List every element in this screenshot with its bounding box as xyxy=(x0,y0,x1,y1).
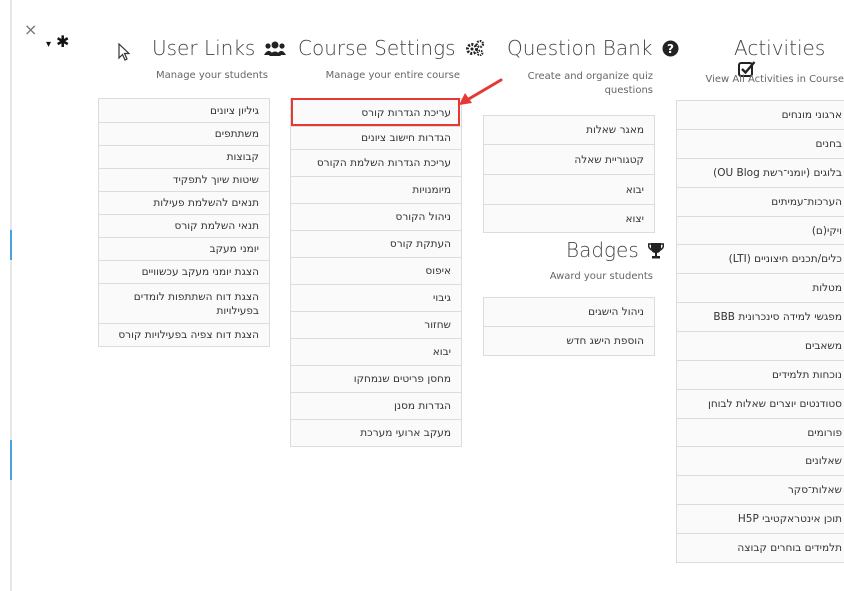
left-divider xyxy=(10,0,12,591)
list-item[interactable]: מאגר שאלות xyxy=(484,116,654,144)
user-links-list: גיליון ציונים משתתפים קבוצות שיטות שיוך … xyxy=(98,98,270,347)
mouse-pointer-icon xyxy=(118,42,131,65)
list-item[interactable]: הוספת הישג חדש xyxy=(484,326,654,355)
list-item[interactable]: גיבוי xyxy=(291,284,461,311)
list-item[interactable]: הגדרות מסנן xyxy=(291,392,461,419)
list-item[interactable]: משאבים xyxy=(677,331,844,360)
list-item[interactable]: מיומנויות xyxy=(291,176,461,203)
gear-icon: ✱ xyxy=(56,32,70,51)
question-bank-title: Question Bank xyxy=(507,36,653,60)
list-item[interactable]: קטגוריית שאלה xyxy=(484,144,654,174)
list-item[interactable]: ניהול הישגים xyxy=(484,298,654,326)
caret-down-icon: ▾ xyxy=(46,39,52,50)
list-item[interactable]: עריכת הגדרות קורס xyxy=(291,99,461,126)
course-settings-list: עריכת הגדרות קורס הגדרות חישוב ציונים ער… xyxy=(290,98,462,447)
user-links-title: User Links xyxy=(152,36,256,60)
list-item[interactable]: הצגת דוח צפיה בפעילויות קורס xyxy=(99,323,269,346)
badges-header: Badges xyxy=(566,238,665,262)
question-bank-list: מאגר שאלות קטגוריית שאלה יבוא יצוא xyxy=(483,115,655,233)
list-item[interactable]: פורומים xyxy=(677,418,844,446)
user-links-header: User Links xyxy=(152,36,287,60)
activities-title: Activities xyxy=(734,36,826,60)
trophy-icon xyxy=(647,242,665,262)
activities-list: ארגוני מונחים בחנים בלוגים (יומני־רשת OU… xyxy=(676,100,844,563)
list-item[interactable]: מפגשי למידה סינכרונית BBB xyxy=(677,302,844,331)
user-links-subtitle: Manage your students xyxy=(155,70,268,81)
list-item[interactable]: גיליון ציונים xyxy=(99,99,269,122)
list-item[interactable]: מחסן פריטים שנמחקו xyxy=(291,365,461,392)
list-item[interactable]: הערכות־עמיתים xyxy=(677,187,844,216)
list-item[interactable]: מעקב ארועי מערכת xyxy=(291,419,461,446)
badges-list: ניהול הישגים הוספת הישג חדש xyxy=(483,297,655,356)
list-item[interactable]: עריכת הגדרות השלמת הקורס xyxy=(291,149,461,176)
list-item[interactable]: שחזור xyxy=(291,311,461,338)
question-circle-icon: ? xyxy=(662,40,679,60)
list-item[interactable]: שיטות שיוך לתפקיד xyxy=(99,168,269,191)
list-item[interactable]: איפוס xyxy=(291,257,461,284)
left-scroll-mark xyxy=(10,230,12,260)
cogs-icon xyxy=(465,39,485,60)
svg-text:?: ? xyxy=(667,42,674,56)
question-bank-subtitle: Create and organize quiz questions xyxy=(527,71,653,96)
question-bank-header: Question Bank ? xyxy=(507,36,679,60)
activities-subtitle: View All Activities in Course xyxy=(705,74,844,85)
list-item[interactable]: יצוא xyxy=(484,204,654,232)
list-item[interactable]: תוכן אינטראקטיבי H5P xyxy=(677,504,844,533)
list-item[interactable]: שאלונים xyxy=(677,446,844,475)
list-item[interactable]: ניהול הקורס xyxy=(291,203,461,230)
list-item[interactable]: שאלות־סקר xyxy=(677,475,844,504)
users-icon xyxy=(264,40,287,60)
list-item[interactable]: נוכחות תלמידים xyxy=(677,360,844,389)
left-scroll-mark xyxy=(10,440,12,480)
list-item[interactable]: מטלות xyxy=(677,273,844,302)
list-item[interactable]: בחנים xyxy=(677,129,844,158)
list-item[interactable]: קבוצות xyxy=(99,145,269,168)
list-item[interactable]: תנאים להשלמת פעילות xyxy=(99,191,269,214)
badges-subtitle: Award your students xyxy=(549,271,653,282)
course-settings-header: Course Settings xyxy=(298,36,485,60)
course-settings-subtitle: Manage your entire course xyxy=(325,70,460,81)
list-item[interactable]: תנאי השלמת קורס xyxy=(99,214,269,237)
list-item[interactable]: הצגת יומני מעקב עכשוויים xyxy=(99,260,269,283)
list-item[interactable]: יומני מעקב xyxy=(99,237,269,260)
list-item[interactable]: הגדרות חישוב ציונים xyxy=(291,126,461,149)
badges-title: Badges xyxy=(566,238,639,262)
list-item[interactable]: סטודנטים יוצרים שאלות לבוחן xyxy=(677,389,844,418)
list-item[interactable]: יבוא xyxy=(291,338,461,365)
list-item[interactable]: הצגת דוח השתתפות לומדים בפעילויות xyxy=(99,283,269,323)
course-settings-title: Course Settings xyxy=(298,36,456,60)
close-icon[interactable]: × xyxy=(24,20,37,39)
list-item[interactable]: ויקי(ם) xyxy=(677,216,844,244)
list-item[interactable]: משתתפים xyxy=(99,122,269,145)
list-item[interactable]: בלוגים (יומני־רשת OU Blog) xyxy=(677,158,844,187)
list-item[interactable]: העתקת קורס xyxy=(291,230,461,257)
list-item[interactable]: כלים/תכנים חיצוניים (LTI) xyxy=(677,244,844,273)
list-item[interactable]: יבוא xyxy=(484,174,654,204)
list-item[interactable]: תלמידים בוחרים קבוצה xyxy=(677,533,844,562)
list-item[interactable]: ארגוני מונחים xyxy=(677,101,844,129)
